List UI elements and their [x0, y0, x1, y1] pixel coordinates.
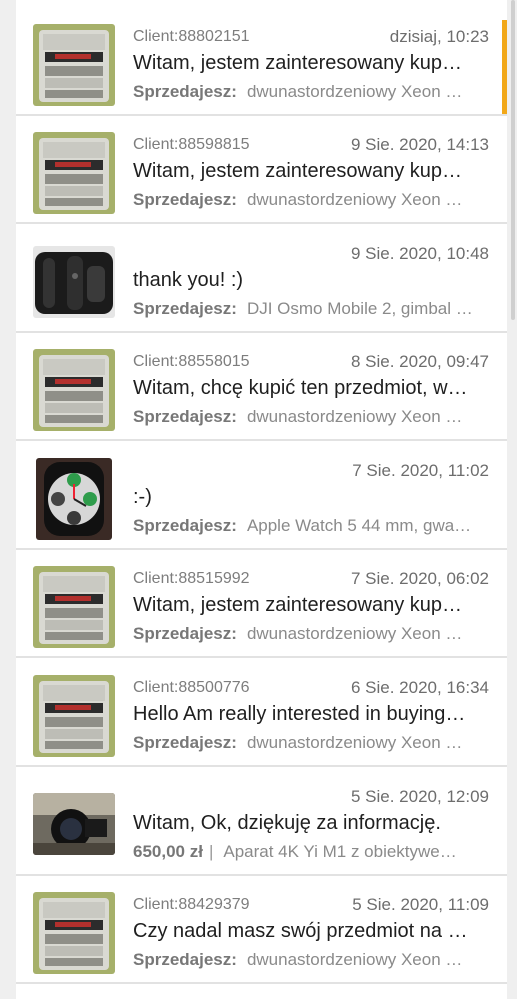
message-date: 8 Sie. 2020, 09:47 — [350, 352, 489, 371]
mac-pro-icon — [33, 349, 115, 431]
message-preview: Czy nadal masz swój przedmiot na … — [133, 920, 468, 942]
message-preview: Witam, jestem zainteresowany kup… — [133, 52, 463, 74]
message-preview: Witam, jestem zainteresowany kup… — [133, 594, 463, 616]
item-title: dwunastordzeniowy Xeon … — [246, 407, 463, 426]
mac-pro-icon — [33, 892, 115, 974]
item-title: dwunastordzeniowy Xeon … — [246, 190, 463, 209]
client-id: Client:88558015 — [133, 353, 250, 370]
mac-pro-icon — [33, 132, 115, 214]
item-info: Sprzedajesz: dwunastordzeniowy Xeon … — [133, 407, 489, 427]
item-info: Sprzedajesz: dwunastordzeniowy Xeon … — [133, 624, 489, 644]
message-preview: Witam, jestem zainteresowany kup… — [133, 160, 463, 182]
message-preview: Witam, Ok, dziękuję za informację. — [133, 812, 441, 834]
client-id: Client:88500776 — [133, 679, 250, 696]
message-date: 5 Sie. 2020, 11:09 — [352, 895, 489, 914]
item-title: Aparat 4K Yi M1 z obiektywe… — [223, 842, 457, 861]
item-info: Sprzedajesz: DJI Osmo Mobile 2, gimbal … — [133, 299, 489, 319]
conversation-row[interactable]: Client:88598815 9 Sie. 2020, 14:13 Witam… — [16, 118, 507, 224]
mac-pro-icon — [33, 24, 115, 106]
item-info: Sprzedajesz: Apple Watch 5 44 mm, gwa… — [133, 516, 489, 536]
item-title: DJI Osmo Mobile 2, gimbal … — [246, 299, 473, 318]
seller-label: Sprzedajesz: — [133, 950, 237, 969]
seller-label: Sprzedajesz: — [133, 516, 237, 535]
camera-icon — [33, 793, 115, 855]
conversation-row[interactable]: Client:88558015 8 Sie. 2020, 09:47 Witam… — [16, 335, 507, 441]
item-info: Sprzedajesz: dwunastordzeniowy Xeon … — [133, 733, 489, 753]
client-id: Client:88515992 — [133, 570, 250, 587]
message-date: 9 Sie. 2020, 14:13 — [350, 135, 489, 154]
item-title: dwunastordzeniowy Xeon … — [246, 82, 463, 101]
seller-label: Sprzedajesz: — [133, 82, 237, 101]
item-info: Sprzedajesz: dwunastordzeniowy Xeon … — [133, 190, 489, 210]
item-title: dwunastordzeniowy Xeon … — [246, 733, 463, 752]
price-separator: | — [208, 842, 214, 861]
message-date: dzisiaj, 10:23 — [389, 27, 489, 46]
conversation-row[interactable]: Client:88429379 5 Sie. 2020, 11:09 Czy n… — [16, 878, 507, 984]
message-date: 7 Sie. 2020, 06:02 — [350, 569, 489, 588]
seller-label: Sprzedajesz: — [133, 624, 237, 643]
seller-label: Sprzedajesz: — [133, 733, 237, 752]
message-date: 9 Sie. 2020, 10:48 — [350, 244, 489, 263]
conversation-row[interactable]: Client:88515992 7 Sie. 2020, 06:02 Witam… — [16, 552, 507, 658]
page-background-left — [0, 0, 16, 999]
message-date: 6 Sie. 2020, 16:34 — [350, 678, 489, 697]
mac-pro-icon — [33, 566, 115, 648]
item-info: Sprzedajesz: dwunastordzeniowy Xeon … — [133, 950, 489, 970]
item-info: Sprzedajesz: dwunastordzeniowy Xeon … — [133, 82, 489, 102]
mac-pro-icon — [33, 675, 115, 757]
apple-watch-icon — [36, 458, 112, 540]
item-title: dwunastordzeniowy Xeon … — [246, 950, 463, 969]
client-id: Client:88802151 — [133, 28, 250, 45]
scrollbar[interactable] — [511, 0, 515, 320]
conversation-row[interactable]: Client:88500776 6 Sie. 2020, 16:34 Hello… — [16, 661, 507, 767]
message-date: 7 Sie. 2020, 11:02 — [352, 461, 489, 480]
item-title: Apple Watch 5 44 mm, gwa… — [246, 516, 472, 535]
gimbal-icon — [33, 246, 115, 318]
seller-label: Sprzedajesz: — [133, 407, 237, 426]
item-info: 650,00 zł | Aparat 4K Yi M1 z obiektywe… — [133, 842, 489, 862]
seller-label: Sprzedajesz: — [133, 299, 237, 318]
conversation-row[interactable]: Client:88802151 dzisiaj, 10:23 Witam, je… — [16, 10, 507, 116]
message-date: 5 Sie. 2020, 12:09 — [350, 787, 489, 806]
message-preview: Witam, chcę kupić ten przedmiot, w… — [133, 377, 468, 399]
conversation-row[interactable]: 9 Sie. 2020, 10:48 thank you! :) Sprzeda… — [16, 227, 507, 333]
item-title: dwunastordzeniowy Xeon … — [246, 624, 463, 643]
message-preview: thank you! :) — [133, 269, 244, 291]
client-id: Client:88598815 — [133, 136, 250, 153]
seller-label: Sprzedajesz: — [133, 190, 237, 209]
client-id: Client:88429379 — [133, 896, 250, 913]
conversation-row[interactable]: 5 Sie. 2020, 12:09 Witam, Ok, dziękuję z… — [16, 770, 507, 876]
item-price: 650,00 zł — [133, 842, 203, 861]
conversation-row[interactable]: 7 Sie. 2020, 11:02 :-) Sprzedajesz: Apple… — [16, 444, 507, 550]
message-preview: :-) — [133, 486, 152, 508]
conversation-list: Client:88802151 dzisiaj, 10:23 Witam, je… — [16, 0, 507, 999]
message-preview: Hello Am really interested in buying… — [133, 703, 466, 725]
